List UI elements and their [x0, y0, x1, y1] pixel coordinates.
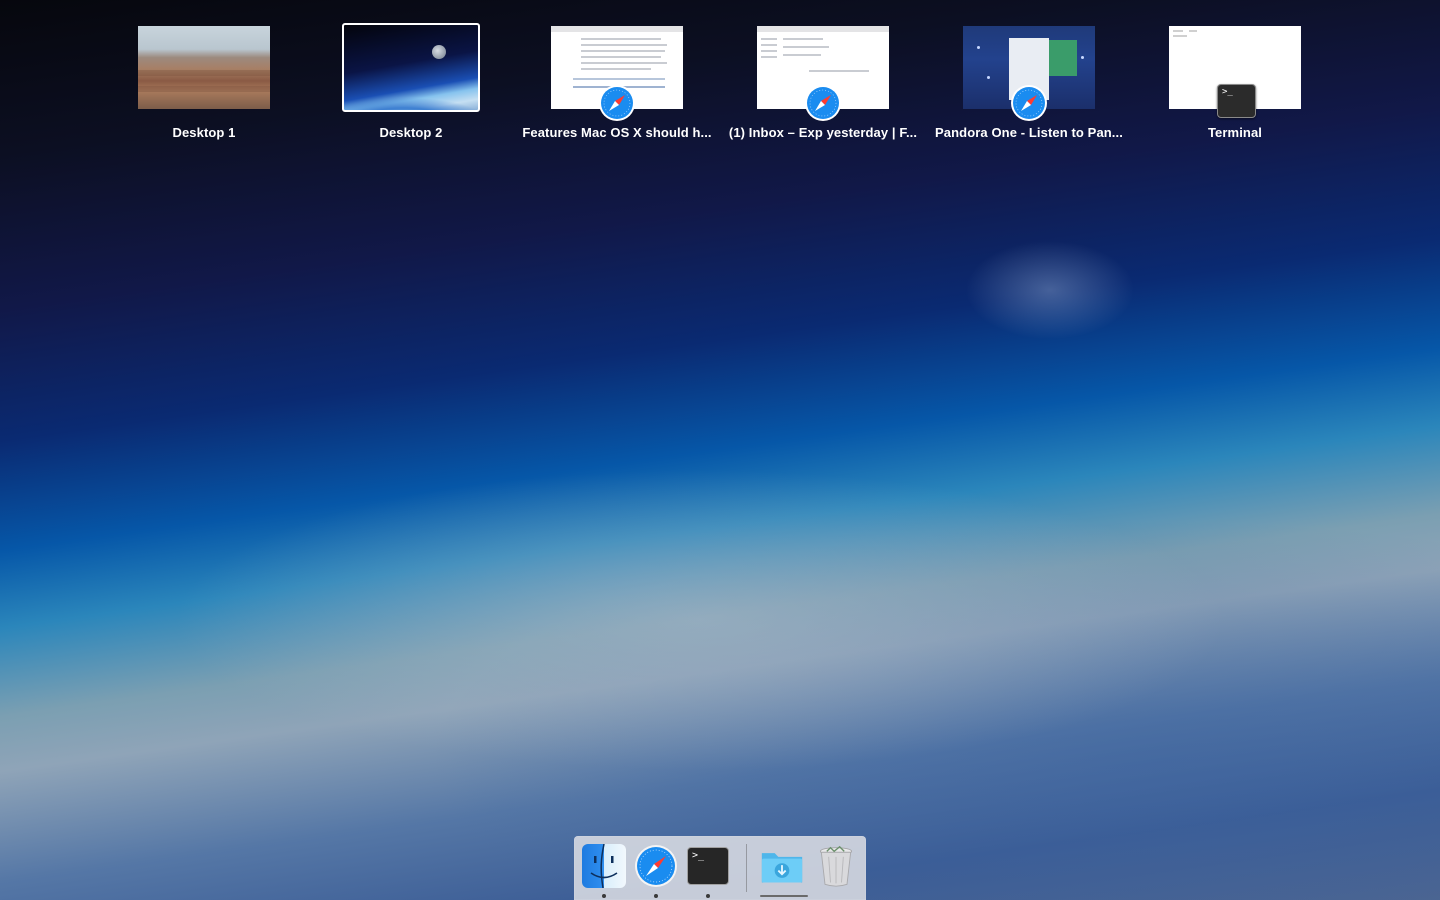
space-label: (1) Inbox – Exp yesterday | F... — [728, 125, 918, 140]
moon-icon — [432, 45, 446, 59]
space-safari-features[interactable]: Features Mac OS X should h... — [514, 26, 720, 146]
trash-icon[interactable] — [814, 844, 858, 888]
space-desktop-2[interactable]: Desktop 2 — [308, 23, 514, 146]
running-indicator — [654, 894, 658, 898]
dock: >_ — [574, 836, 866, 900]
downloads-folder-icon[interactable] — [760, 844, 804, 888]
safari-icon — [805, 85, 841, 121]
finder-icon[interactable] — [582, 844, 626, 888]
safari-icon — [1011, 85, 1047, 121]
space-label: Desktop 2 — [379, 125, 443, 140]
dock-separator — [746, 844, 747, 892]
space-terminal[interactable]: >_ Terminal — [1132, 26, 1338, 146]
running-indicator — [602, 894, 606, 898]
finder-face — [590, 844, 618, 888]
spaces-bar: Desktop 1 Desktop 2 Features Mac OS X sh… — [0, 0, 1440, 150]
space-label: Terminal — [1207, 125, 1263, 140]
space-thumbnail[interactable] — [138, 26, 270, 109]
safari-icon — [599, 85, 635, 121]
terminal-prompt-glyph: >_ — [692, 850, 705, 861]
space-desktop-1[interactable]: Desktop 1 — [101, 26, 307, 146]
space-label: Desktop 1 — [172, 125, 236, 140]
terminal-icon[interactable]: >_ — [687, 847, 729, 885]
space-label: Features Mac OS X should h... — [522, 125, 712, 140]
terminal-prompt-glyph: >_ — [1222, 87, 1233, 97]
space-label: Pandora One - Listen to Pan... — [935, 125, 1123, 140]
running-indicator — [706, 894, 710, 898]
space-safari-inbox[interactable]: (1) Inbox – Exp yesterday | F... — [720, 26, 926, 146]
space-safari-pandora[interactable]: Pandora One - Listen to Pan... — [926, 26, 1132, 146]
terminal-icon: >_ — [1217, 84, 1256, 118]
safari-icon[interactable] — [634, 844, 678, 888]
stack-indicator — [760, 895, 808, 897]
space-thumbnail[interactable] — [342, 23, 480, 112]
